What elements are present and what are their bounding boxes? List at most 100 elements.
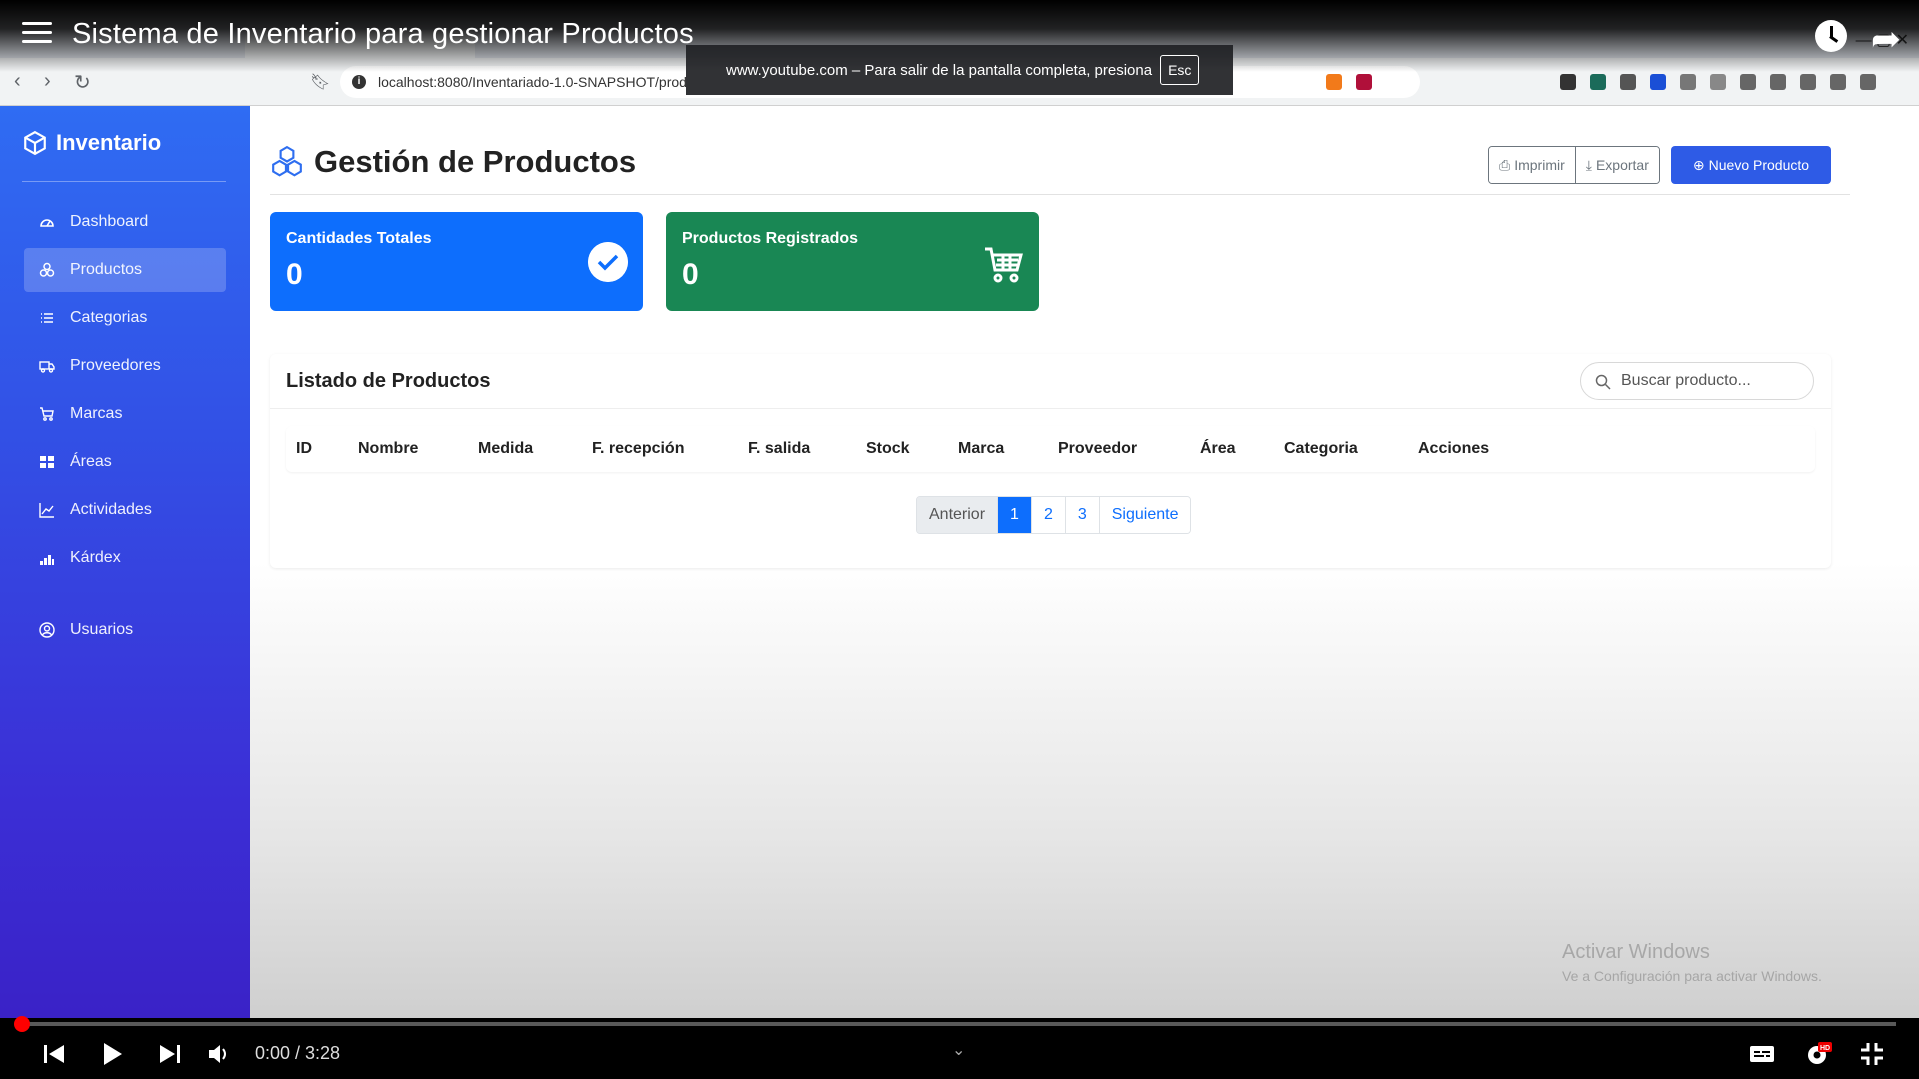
sidebar-item-label: Kárdex bbox=[70, 549, 121, 566]
time-display: 0:00 / 3:28 bbox=[255, 1043, 341, 1063]
volume-icon[interactable] bbox=[206, 1040, 234, 1068]
pagination-page[interactable]: 3 bbox=[1064, 497, 1099, 533]
subtitles-icon[interactable] bbox=[1748, 1040, 1776, 1068]
sidebar-item-label: Actividades bbox=[70, 501, 152, 518]
sidebar-item-kardex[interactable]: Kárdex bbox=[24, 536, 226, 580]
url-text[interactable]: localhost:8080/Inventariado-1.0-SNAPSHOT… bbox=[378, 74, 687, 90]
column-header[interactable]: F. salida bbox=[748, 440, 810, 458]
extension-puzzle-icon[interactable] bbox=[1710, 74, 1726, 90]
export-label: Exportar bbox=[1595, 157, 1649, 173]
extension-gray-icon[interactable] bbox=[1680, 74, 1696, 90]
sidebar-item-label: Marcas bbox=[70, 405, 123, 422]
sidebar: Inventario Dashboard Productos Categoria… bbox=[0, 106, 250, 1018]
box-icon bbox=[24, 130, 46, 156]
check-circle-icon bbox=[588, 242, 628, 282]
extension-green-icon[interactable] bbox=[1590, 74, 1606, 90]
products-list-card: Listado de Productos ID Nombre Medida F.… bbox=[270, 354, 1831, 568]
export-button[interactable]: ⤓ Exportar bbox=[1574, 147, 1659, 183]
exit-fullscreen-icon[interactable] bbox=[1858, 1040, 1886, 1068]
products-table: ID Nombre Medida F. recepción F. salida … bbox=[286, 426, 1815, 472]
stat-value: 0 bbox=[286, 258, 303, 291]
activate-windows-watermark: Activar Windows Ve a Configuración para … bbox=[1562, 941, 1822, 984]
sidebar-item-marcas[interactable]: Marcas bbox=[24, 392, 226, 436]
column-header[interactable]: Categoria bbox=[1284, 440, 1358, 458]
site-info-icon[interactable]: i bbox=[352, 75, 366, 89]
column-header[interactable]: Proveedor bbox=[1058, 440, 1137, 458]
export-button-group: ⎙ Imprimir ⤓ Exportar bbox=[1488, 146, 1660, 184]
boxes-icon bbox=[272, 145, 302, 177]
play-icon[interactable] bbox=[98, 1040, 126, 1068]
sidebar-item-dashboard[interactable]: Dashboard bbox=[24, 200, 226, 244]
sidebar-item-usuarios[interactable]: Usuarios bbox=[24, 608, 226, 652]
sidebar-toggle-icon[interactable] bbox=[1740, 74, 1756, 90]
menu-icon[interactable] bbox=[22, 22, 52, 46]
page-title-text: Gestión de Productos bbox=[314, 144, 637, 179]
back-icon[interactable]: ‹ bbox=[14, 70, 21, 93]
search-input[interactable] bbox=[1621, 370, 1801, 392]
stat-label: Cantidades Totales bbox=[286, 230, 432, 247]
column-header[interactable]: Marca bbox=[958, 440, 1004, 458]
sidebar-item-areas[interactable]: Áreas bbox=[24, 440, 226, 484]
list-icon bbox=[38, 309, 56, 327]
progress-bar[interactable] bbox=[22, 1022, 1896, 1026]
chevron-down-icon[interactable]: ⌄ bbox=[952, 1040, 965, 1060]
printer-icon: ⎙ bbox=[1499, 156, 1511, 173]
browser-menu-icon[interactable] bbox=[1860, 74, 1876, 90]
pagination-prev[interactable]: Anterior bbox=[917, 497, 998, 533]
watermark-subtitle: Ve a Configuración para activar Windows. bbox=[1562, 968, 1822, 984]
watch-later-icon[interactable] bbox=[1815, 20, 1847, 52]
column-header[interactable]: Medida bbox=[478, 440, 533, 458]
print-button[interactable]: ⎙ Imprimir bbox=[1489, 147, 1575, 183]
settings-hd-icon[interactable]: HD bbox=[1804, 1040, 1832, 1068]
list-header-divider bbox=[270, 408, 1831, 409]
leo-icon[interactable] bbox=[1800, 74, 1816, 90]
pagination: Anterior 1 2 3 Siguiente bbox=[916, 496, 1192, 534]
previous-icon[interactable] bbox=[40, 1040, 68, 1068]
sidebar-item-label: Dashboard bbox=[70, 213, 149, 230]
column-header[interactable]: Acciones bbox=[1418, 440, 1489, 458]
forward-icon[interactable]: › bbox=[44, 70, 51, 93]
sidebar-item-label: Proveedores bbox=[70, 357, 161, 374]
extension-pen-icon[interactable] bbox=[1560, 74, 1576, 90]
extension-blue-icon[interactable] bbox=[1650, 74, 1666, 90]
brand[interactable]: Inventario bbox=[22, 130, 161, 156]
sidebar-item-categorias[interactable]: Categorias bbox=[24, 296, 226, 340]
reload-icon[interactable]: ↻ bbox=[74, 70, 91, 95]
sidebar-item-label: Productos bbox=[70, 261, 143, 278]
column-header[interactable]: Stock bbox=[866, 440, 910, 458]
registered-products-card: Productos Registrados 0 bbox=[666, 212, 1039, 311]
brand-name: Inventario bbox=[56, 130, 162, 155]
page-title: Gestión de Productos bbox=[270, 144, 636, 180]
new-product-button[interactable]: ⊕ Nuevo Producto bbox=[1671, 146, 1831, 184]
column-header[interactable]: Nombre bbox=[358, 440, 418, 458]
brave-shield-icon[interactable] bbox=[1326, 74, 1342, 90]
pagination-next[interactable]: Siguiente bbox=[1098, 497, 1191, 533]
download-icon[interactable] bbox=[1620, 74, 1636, 90]
progress-scrubber[interactable] bbox=[14, 1016, 30, 1032]
search-icon bbox=[1595, 374, 1611, 390]
vpn-icon[interactable] bbox=[1830, 74, 1846, 90]
brand-divider bbox=[22, 181, 226, 182]
list-title: Listado de Productos bbox=[286, 370, 491, 392]
sidebar-item-proveedores[interactable]: Proveedores bbox=[24, 344, 226, 388]
search-box[interactable] bbox=[1580, 362, 1814, 400]
plus-circle-icon: ⊕ bbox=[1692, 156, 1705, 173]
pagination-page[interactable]: 2 bbox=[1030, 497, 1065, 533]
sidebar-item-productos[interactable]: Productos bbox=[24, 248, 226, 292]
wallet-icon[interactable] bbox=[1770, 74, 1786, 90]
column-header[interactable]: F. recepción bbox=[592, 440, 684, 458]
header-divider bbox=[270, 194, 1850, 195]
column-header[interactable]: Área bbox=[1200, 440, 1236, 458]
pagination-page[interactable]: 1 bbox=[997, 497, 1031, 533]
video-title[interactable]: Sistema de Inventario para gestionar Pro… bbox=[72, 18, 694, 51]
next-icon[interactable] bbox=[156, 1040, 184, 1068]
cart-icon bbox=[985, 247, 1023, 283]
share-icon[interactable]: ➦ bbox=[1871, 18, 1901, 60]
brave-rewards-icon[interactable] bbox=[1356, 74, 1372, 90]
column-header[interactable]: ID bbox=[296, 440, 312, 458]
sidebar-item-label: Áreas bbox=[70, 453, 112, 470]
sidebar-item-actividades[interactable]: Actividades bbox=[24, 488, 226, 532]
bookmark-icon[interactable]: 🔖︎ bbox=[310, 72, 330, 92]
user-icon bbox=[38, 621, 56, 639]
sidebar-item-label: Categorias bbox=[70, 309, 148, 326]
